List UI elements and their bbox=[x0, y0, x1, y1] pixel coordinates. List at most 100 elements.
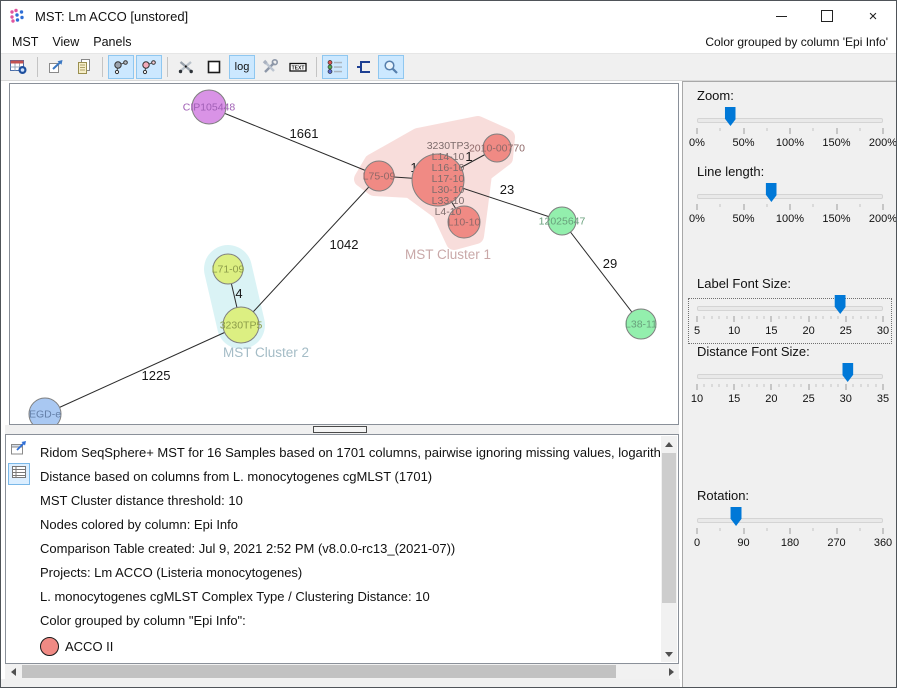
node-label: 12025647 bbox=[539, 216, 586, 228]
label-font-size-slider[interactable]: 51015202530 bbox=[697, 294, 883, 344]
prune-button[interactable] bbox=[173, 55, 199, 79]
tick-mark bbox=[801, 384, 802, 387]
open-in-window-button[interactable] bbox=[8, 439, 30, 461]
mst-summary-text: Ridom SeqSphere+ MST for 16 Samples base… bbox=[40, 441, 660, 663]
edge-distance-label: 29 bbox=[603, 256, 617, 271]
mst-edge-cip105448-l75-09 bbox=[209, 107, 379, 176]
distance-font-size-slider[interactable]: 101520253035 bbox=[697, 362, 883, 412]
info-vertical-scrollbar[interactable] bbox=[661, 436, 677, 662]
slider-track[interactable] bbox=[697, 518, 883, 523]
tick-label: 15 bbox=[728, 393, 740, 405]
minimize-button[interactable] bbox=[758, 1, 804, 31]
tick-mark bbox=[697, 528, 698, 534]
tick-mark bbox=[801, 316, 802, 319]
zoom-panel-button[interactable] bbox=[378, 55, 404, 79]
scroll-left-button[interactable] bbox=[5, 664, 21, 679]
tick-mark bbox=[793, 384, 794, 387]
tick-mark bbox=[853, 316, 854, 319]
tick-mark bbox=[868, 316, 869, 319]
menu-item-panels[interactable]: Panels bbox=[86, 33, 138, 51]
edge-distance-label: 4 bbox=[235, 286, 242, 301]
legend-row-acco-ii: ACCO II bbox=[40, 633, 660, 659]
scroll-down-button[interactable] bbox=[661, 646, 677, 662]
slider-thumb[interactable] bbox=[725, 107, 736, 126]
slider-track[interactable] bbox=[697, 194, 883, 199]
tick-mark bbox=[883, 384, 884, 390]
tick-mark bbox=[830, 316, 831, 319]
tick-mark bbox=[838, 316, 839, 319]
slider-thumb[interactable] bbox=[766, 183, 777, 202]
tick-label: 25 bbox=[802, 393, 814, 405]
tick-mark bbox=[741, 384, 742, 387]
menu-item-view[interactable]: View bbox=[45, 33, 86, 51]
tick-mark bbox=[808, 316, 809, 322]
comparison-table-button[interactable] bbox=[8, 463, 30, 485]
slider-thumb[interactable] bbox=[731, 507, 742, 526]
tick-mark bbox=[743, 204, 744, 210]
tick-mark bbox=[790, 528, 791, 534]
line-length-slider[interactable]: 0%50%100%150%200% bbox=[697, 182, 883, 232]
view-controls-panel: Zoom:0%50%100%150%200%Line length:0%50%1… bbox=[682, 81, 897, 688]
mst-canvas[interactable]: 1661112329104241225CIP105448L75-093230TP… bbox=[10, 84, 678, 424]
node-label: EGD-e bbox=[29, 409, 61, 421]
tick-mark bbox=[734, 316, 735, 322]
tick-mark bbox=[756, 316, 757, 319]
info-line: L. monocytogenes cgMLST Complex Type / C… bbox=[40, 585, 660, 609]
maximize-button[interactable] bbox=[804, 1, 850, 31]
node-view-plain-button[interactable] bbox=[108, 55, 134, 79]
settings-tools-icon bbox=[261, 59, 279, 75]
dendrogram-panel-button[interactable] bbox=[350, 55, 376, 79]
tick-label: 10 bbox=[691, 393, 703, 405]
info-line: Color grouped by column "Epi Info": bbox=[40, 609, 660, 633]
legend-color-dot bbox=[40, 663, 59, 664]
zoom-panel-icon bbox=[382, 59, 400, 75]
text-tool-icon: TEXT bbox=[289, 59, 307, 75]
rotation-slider[interactable]: 090180270360 bbox=[697, 506, 883, 556]
slider-thumb[interactable] bbox=[842, 363, 853, 382]
tick-mark bbox=[771, 384, 772, 390]
toolbar-separator bbox=[37, 57, 38, 77]
vertical-scroll-thumb[interactable] bbox=[662, 453, 676, 603]
tick-mark bbox=[853, 384, 854, 387]
horizontal-splitter[interactable] bbox=[5, 425, 679, 434]
app-logo-icon bbox=[9, 8, 27, 24]
text-tool-button[interactable]: TEXT bbox=[285, 55, 311, 79]
menu-item-mst[interactable]: MST bbox=[5, 33, 45, 51]
slider-track[interactable] bbox=[697, 306, 883, 311]
legend-color-dot bbox=[40, 637, 59, 656]
tick-label: 360 bbox=[874, 537, 892, 549]
close-button[interactable]: × bbox=[850, 1, 896, 31]
horizontal-scroll-thumb[interactable] bbox=[22, 665, 616, 678]
tick-mark bbox=[808, 384, 809, 390]
tick-label: 200% bbox=[869, 213, 897, 225]
export-graphic-button[interactable] bbox=[43, 55, 69, 79]
splitter-handle[interactable] bbox=[313, 426, 367, 433]
copy-button[interactable] bbox=[71, 55, 97, 79]
edge-distance-label: 1042 bbox=[330, 237, 359, 252]
node-label: 3230TP5 bbox=[220, 320, 263, 332]
slider-track[interactable] bbox=[697, 118, 883, 123]
selection-rectangle-button[interactable] bbox=[201, 55, 227, 79]
slider-tick-labels: 090180270360 bbox=[697, 537, 883, 551]
node-label: L71-09 bbox=[212, 264, 245, 276]
info-horizontal-scrollbar[interactable] bbox=[5, 664, 679, 679]
save-image-button[interactable] bbox=[6, 55, 32, 79]
info-line: Nodes colored by column: Epi Info bbox=[40, 513, 660, 537]
tick-label: 150% bbox=[822, 137, 850, 149]
app-window: MST: Lm ACCO [unstored] × MSTViewPanels … bbox=[0, 0, 897, 688]
log-scale-button[interactable]: log bbox=[229, 55, 255, 79]
node-view-colored-button[interactable] bbox=[136, 55, 162, 79]
toolbar: log TEXT bbox=[1, 53, 896, 81]
slider-track[interactable] bbox=[697, 374, 883, 379]
tick-label: 35 bbox=[877, 393, 889, 405]
mst-graph-panel[interactable]: 1661112329104241225CIP105448L75-093230TP… bbox=[9, 83, 679, 425]
tick-label: 10 bbox=[728, 325, 740, 337]
slider-ticks bbox=[697, 316, 883, 323]
scroll-up-button[interactable] bbox=[661, 436, 677, 452]
tick-mark bbox=[763, 384, 764, 387]
legend-panel-button[interactable] bbox=[322, 55, 348, 79]
settings-tools-button[interactable] bbox=[257, 55, 283, 79]
scroll-right-button[interactable] bbox=[663, 664, 679, 679]
tick-mark bbox=[823, 384, 824, 387]
zoom-slider[interactable]: 0%50%100%150%200% bbox=[697, 106, 883, 156]
